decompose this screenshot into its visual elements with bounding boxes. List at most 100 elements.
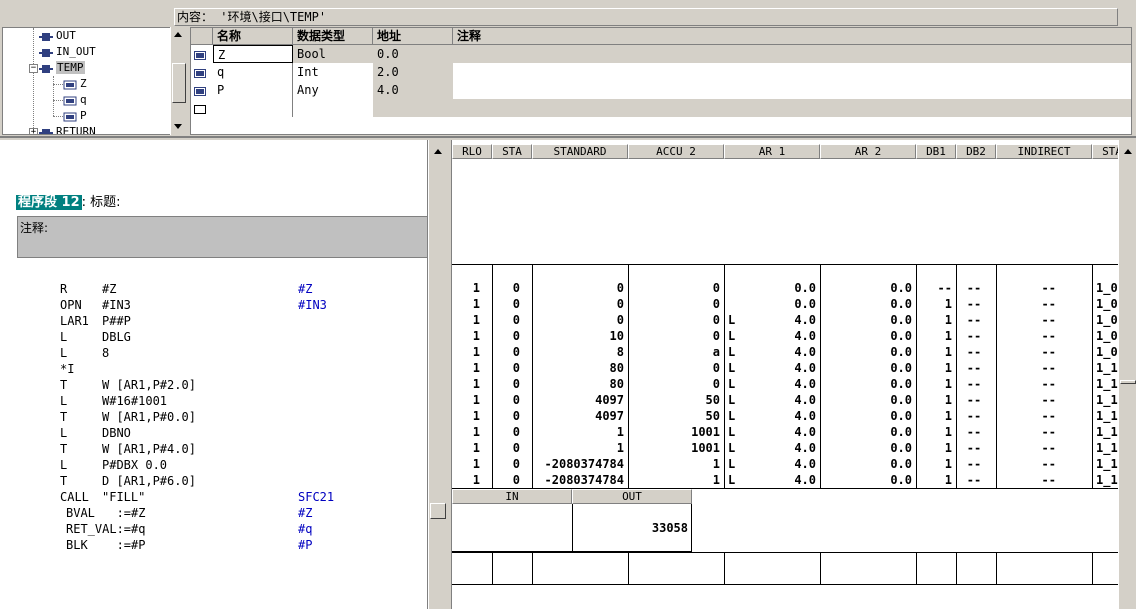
tree-item-q[interactable]: q: [63, 92, 87, 108]
code-line[interactable]: CALL "FILL" SFC21: [0, 489, 420, 505]
code-line[interactable]: T D [AR1,P#6.0]: [0, 473, 420, 489]
ar1-value: 0.0: [794, 297, 816, 311]
comment-label: 注释:: [20, 221, 49, 235]
indirect-value: --: [1041, 425, 1056, 439]
scroll-thumb[interactable]: [430, 503, 446, 519]
code-operand: W [AR1,P#0.0]: [102, 410, 196, 424]
register-column-header[interactable]: RLO: [452, 144, 492, 159]
tree-item-in-out[interactable]: IN_OUT: [39, 44, 96, 60]
code-operator: T: [60, 410, 68, 424]
code-line[interactable]: LAR1 P##P: [0, 313, 420, 329]
code-line[interactable]: T W [AR1,P#2.0]: [0, 377, 420, 393]
network-title-label: : 标题:: [81, 195, 121, 210]
rlo-value: 1: [472, 297, 480, 311]
variable-icon: [63, 95, 77, 106]
db2-value: --: [966, 329, 982, 343]
db1-value: 1: [944, 441, 952, 455]
tree-scrollbar[interactable]: [170, 27, 186, 135]
db2-value: --: [966, 377, 982, 391]
code-line[interactable]: R #Z #Z: [0, 281, 420, 297]
ar2-value: 0.0: [890, 281, 912, 295]
db1-value: 1: [944, 361, 952, 375]
code-editor[interactable]: 程序段 12: 标题: 注释: R #Z #Z OPN #IN3 #IN3 LAR1 P##P…: [0, 140, 428, 609]
accu2-value: 1: [712, 457, 720, 471]
network-number-badge[interactable]: 程序段 12: [16, 195, 82, 210]
db2-value: --: [966, 297, 982, 311]
accu2-value: 0: [712, 329, 720, 343]
code-scrollbar[interactable]: [428, 140, 446, 609]
var-name-cell[interactable]: q: [213, 63, 224, 81]
standard-value: 0: [616, 281, 624, 295]
register-column-header[interactable]: INDIRECT: [996, 144, 1092, 159]
accu2-value: 1001: [691, 441, 720, 455]
call-parameter-line[interactable]: BLK :=#P #P: [0, 537, 420, 553]
var-type-cell[interactable]: Int: [293, 63, 319, 81]
column-header-comment[interactable]: 注释: [453, 28, 1131, 45]
code-line[interactable]: *I: [0, 361, 420, 377]
scroll-thumb[interactable]: [1120, 380, 1136, 384]
code-line[interactable]: T W [AR1,P#4.0]: [0, 441, 420, 457]
new-row-icon[interactable]: [194, 103, 206, 114]
indirect-value: --: [1041, 393, 1056, 407]
rlo-value: 1: [472, 329, 480, 343]
code-address-annotation: SFC21: [298, 490, 335, 504]
tree-collapse-icon[interactable]: −: [29, 64, 38, 73]
code-operator: R: [60, 282, 68, 296]
call-parameter-line[interactable]: BVAL :=#Z #Z: [0, 505, 420, 521]
column-header-type[interactable]: 数据类型: [293, 28, 373, 45]
accu2-value: 1001: [691, 425, 720, 439]
sta-value: 0: [512, 409, 520, 423]
scroll-up-icon[interactable]: [1124, 149, 1132, 154]
tree-item-p[interactable]: P: [63, 108, 87, 124]
call-parameter-line[interactable]: RET_VAL:=#q #q: [0, 521, 420, 537]
register-column-header[interactable]: AR 1: [724, 144, 820, 159]
code-line[interactable]: T W [AR1,P#0.0]: [0, 409, 420, 425]
tree-item-out[interactable]: OUT: [39, 28, 76, 44]
standard-value: 4097: [595, 409, 624, 423]
var-name-cell[interactable]: Z: [213, 45, 293, 63]
accu2-value: 0: [712, 297, 720, 311]
tree-item-z[interactable]: Z: [63, 76, 87, 92]
register-scrollbar[interactable]: [1118, 140, 1136, 609]
status-value: 1_1: [1096, 393, 1118, 407]
tree-item-temp[interactable]: TEMP: [39, 60, 85, 76]
status-value: 1_1: [1096, 361, 1118, 375]
register-column-header[interactable]: DB2: [956, 144, 996, 159]
ar1-value: 4.0: [794, 313, 816, 327]
tree-expand-icon[interactable]: +: [29, 128, 38, 134]
ar1-value: 4.0: [794, 409, 816, 423]
db2-value: --: [966, 281, 982, 295]
var-name-cell[interactable]: P: [213, 81, 224, 99]
db2-value: --: [966, 393, 982, 407]
tree-item-return[interactable]: RETURN: [39, 124, 96, 134]
scroll-thumb[interactable]: [172, 63, 186, 103]
code-line[interactable]: L P#DBX 0.0: [0, 457, 420, 473]
scroll-up-icon[interactable]: [174, 32, 182, 37]
code-line[interactable]: L DBLG: [0, 329, 420, 345]
interface-param-icon: [39, 47, 53, 57]
var-type-cell[interactable]: Any: [293, 81, 319, 99]
db1-value: 1: [944, 297, 952, 311]
register-column-header[interactable]: ACCU 2: [628, 144, 724, 159]
register-column-header[interactable]: DB1: [916, 144, 956, 159]
register-column-header[interactable]: STANDARD: [532, 144, 628, 159]
network-comment-box[interactable]: 注释:: [17, 216, 427, 258]
db1-value: 1: [944, 393, 952, 407]
scroll-up-icon[interactable]: [434, 149, 442, 154]
column-header-name[interactable]: 名称: [213, 28, 293, 45]
code-line[interactable]: L8: [0, 345, 420, 361]
register-column-header[interactable]: STA: [492, 144, 532, 159]
out-column-header: OUT: [572, 489, 692, 504]
register-column-header[interactable]: AR 2: [820, 144, 916, 159]
db1-value: 1: [944, 457, 952, 471]
register-column-header[interactable]: STA: [1092, 144, 1118, 159]
scroll-down-icon[interactable]: [174, 124, 182, 129]
row-selector-header: [191, 28, 213, 45]
code-line[interactable]: L DBNO: [0, 425, 420, 441]
column-header-address[interactable]: 地址: [373, 28, 453, 45]
code-line[interactable]: OPN #IN3 #IN3: [0, 297, 420, 313]
var-type-cell[interactable]: Bool: [293, 45, 326, 63]
variable-icon: [63, 111, 77, 122]
code-line[interactable]: L W#16#1001: [0, 393, 420, 409]
status-value: 1_1: [1096, 425, 1118, 439]
